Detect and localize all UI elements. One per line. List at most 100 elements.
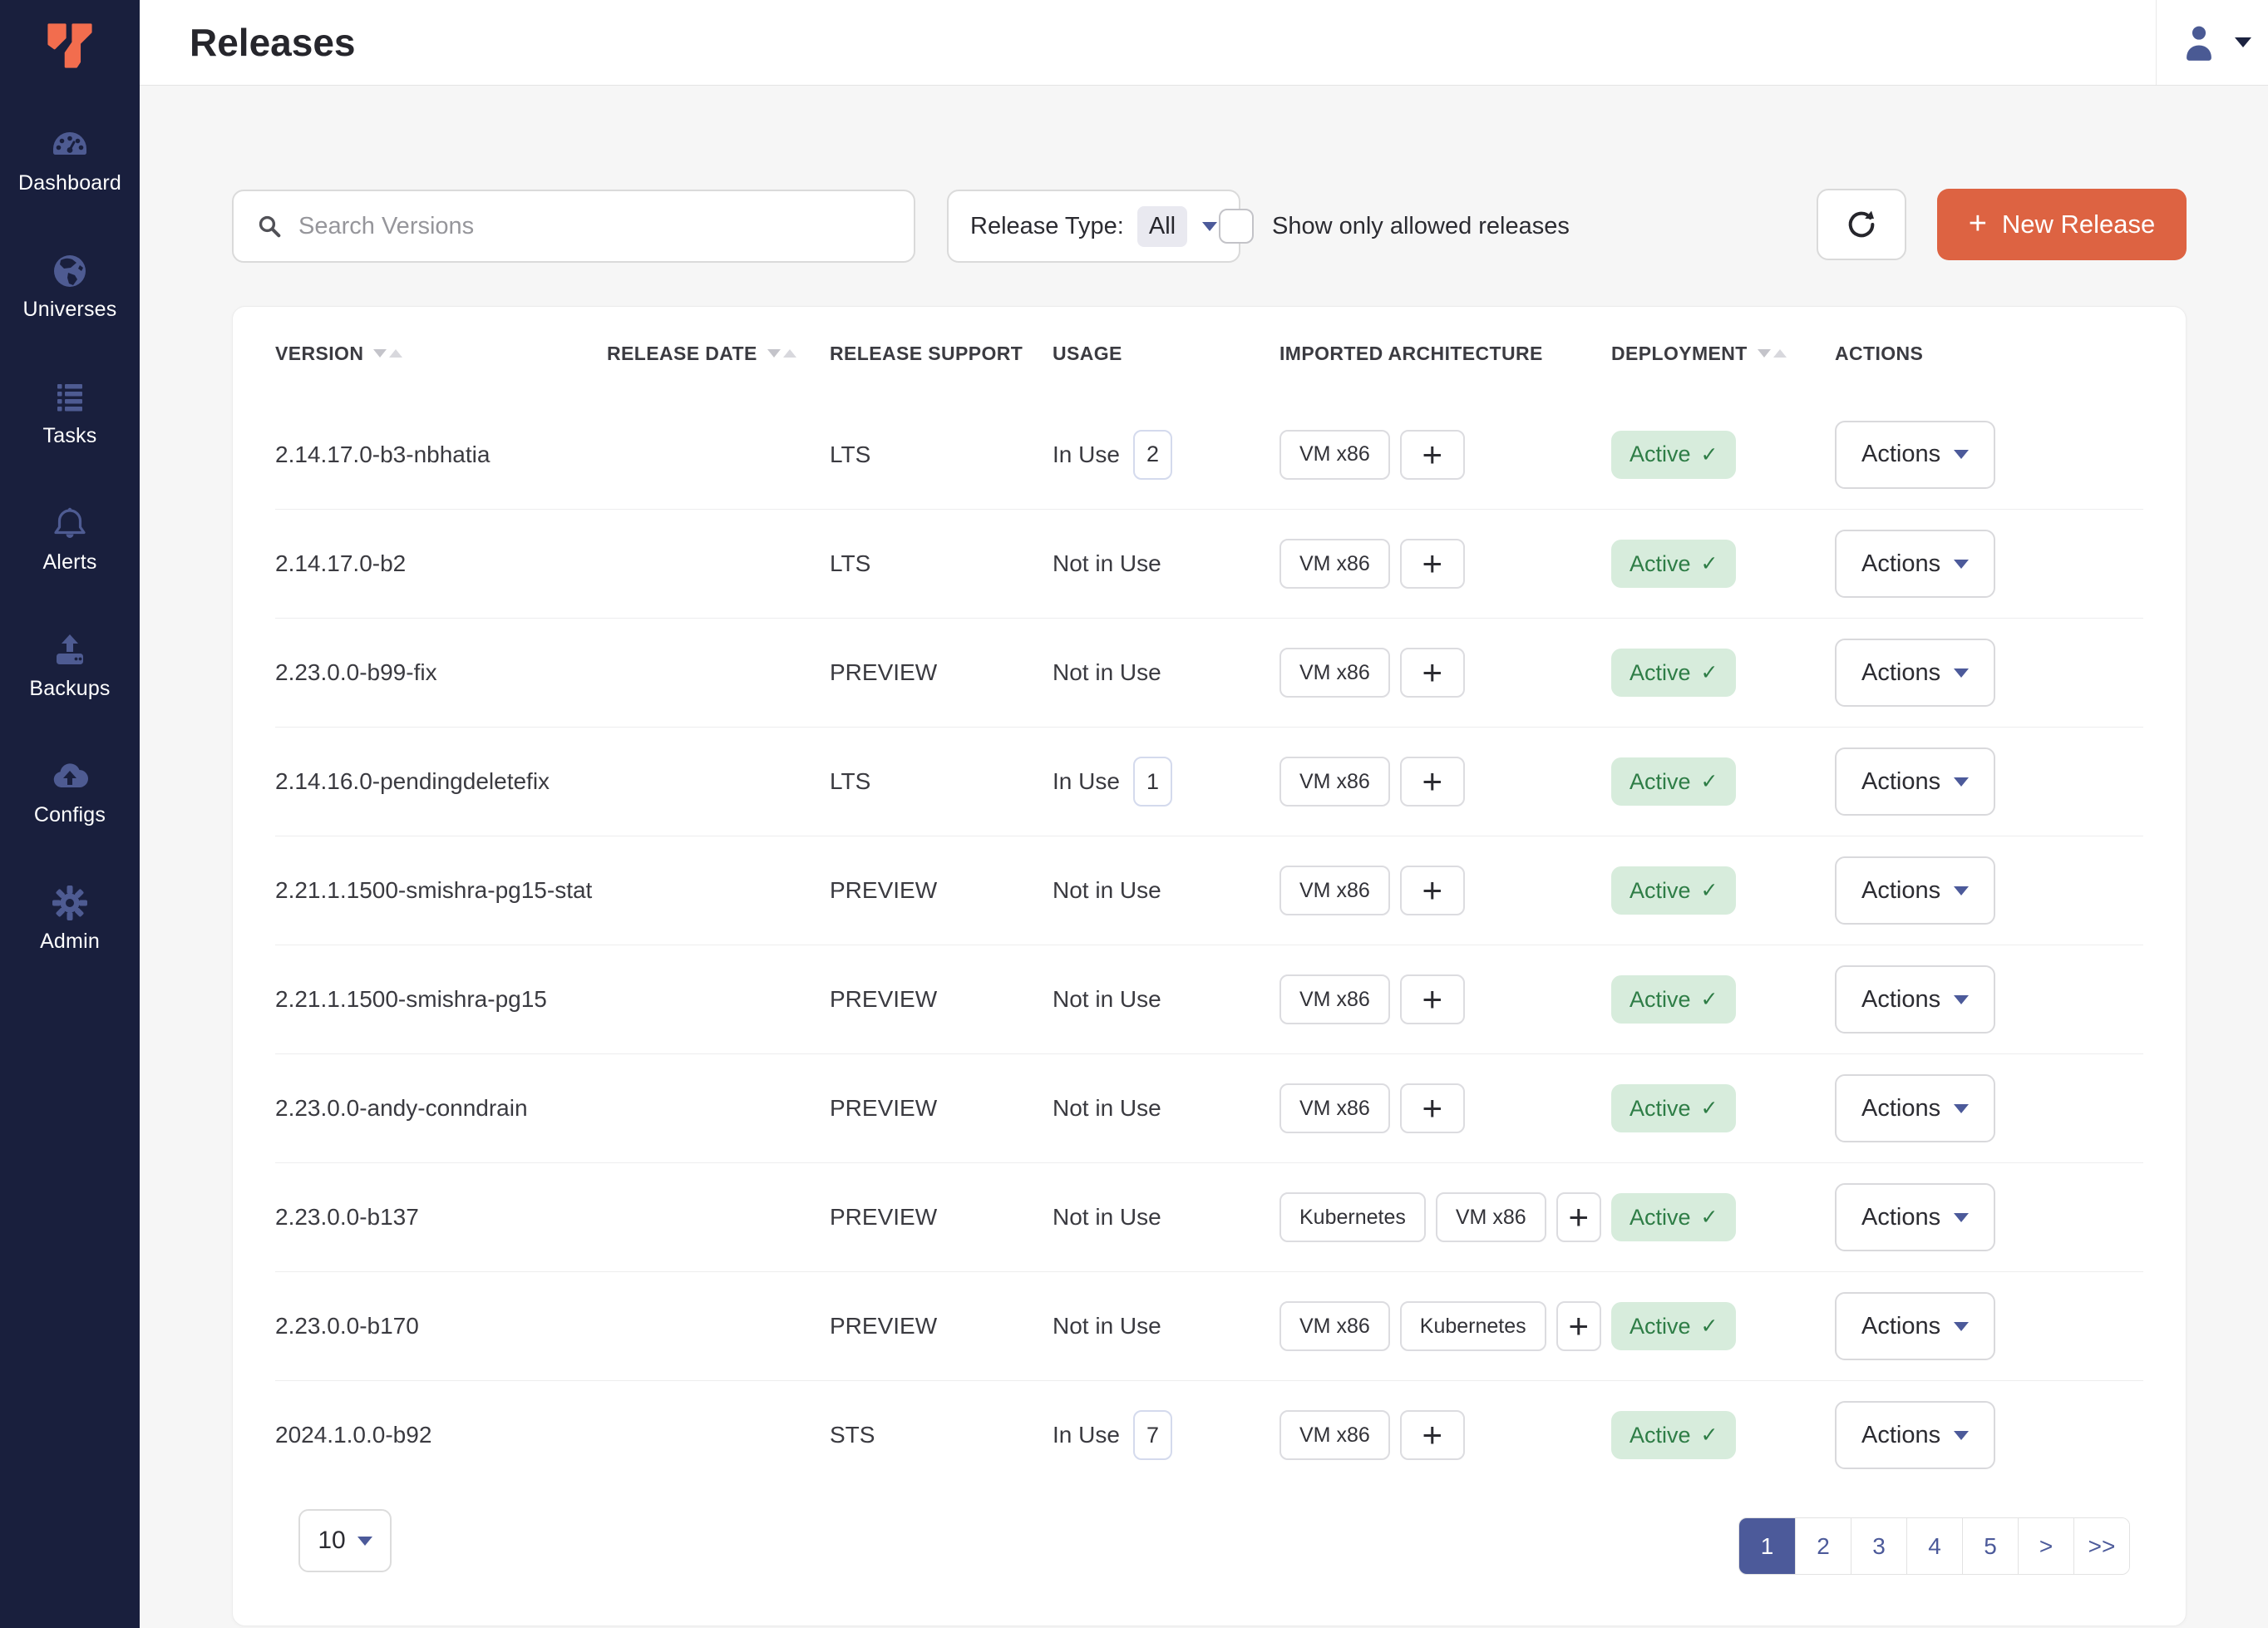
architecture-chip[interactable]: VM x86 (1279, 1083, 1390, 1133)
column-header[interactable]: VERSION (275, 343, 607, 365)
add-architecture-button[interactable]: + (1400, 974, 1465, 1024)
add-architecture-button[interactable]: + (1400, 757, 1465, 807)
sort-asc-icon (783, 349, 796, 358)
deployment-status-badge[interactable]: Active ✓ (1611, 431, 1736, 479)
architecture-chip[interactable]: VM x86 (1279, 1301, 1390, 1351)
column-header[interactable]: ACTIONS (1835, 343, 2143, 365)
new-release-label: New Release (2002, 210, 2155, 239)
architecture-chip[interactable]: Kubernetes (1400, 1301, 1546, 1351)
cloud-upload-icon (50, 757, 90, 797)
actions-button[interactable]: Actions (1835, 747, 1995, 816)
deployment-status-badge[interactable]: Active ✓ (1611, 975, 1736, 1024)
sidebar-item-dashboard[interactable]: Dashboard (0, 125, 140, 208)
sidebar-item-alerts[interactable]: Alerts (0, 504, 140, 587)
architecture-chip[interactable]: VM x86 (1279, 539, 1390, 589)
actions-label: Actions (1861, 1422, 1940, 1449)
deployment-status-label: Active (1630, 769, 1691, 795)
add-architecture-button[interactable]: + (1400, 1410, 1465, 1460)
pagination-next[interactable]: > (2018, 1518, 2073, 1574)
deployment-status-badge[interactable]: Active ✓ (1611, 757, 1736, 806)
architecture-chip[interactable]: VM x86 (1279, 1410, 1390, 1460)
new-release-button[interactable]: + New Release (1937, 189, 2187, 260)
pagination-page-1[interactable]: 1 (1739, 1518, 1795, 1574)
pagination-pages: 12345>>> (1738, 1517, 2130, 1575)
column-header[interactable]: DEPLOYMENT (1611, 343, 1835, 365)
architecture-chip[interactable]: VM x86 (1279, 866, 1390, 915)
actions-button[interactable]: Actions (1835, 421, 1995, 489)
deployment-status-badge[interactable]: Active ✓ (1611, 1411, 1736, 1459)
column-header[interactable]: RELEASE SUPPORT (830, 343, 1053, 365)
add-architecture-button[interactable]: + (1556, 1301, 1601, 1351)
sidebar-item-backups[interactable]: Backups (0, 630, 140, 713)
pagination-page-2[interactable]: 2 (1795, 1518, 1851, 1574)
pagination-page-3[interactable]: 3 (1851, 1518, 1906, 1574)
actions-button[interactable]: Actions (1835, 1401, 1995, 1469)
actions-button[interactable]: Actions (1835, 1183, 1995, 1251)
release-support: PREVIEW (830, 659, 937, 686)
add-architecture-button[interactable]: + (1400, 866, 1465, 915)
deployment-status-badge[interactable]: Active ✓ (1611, 866, 1736, 915)
deployment-status-badge[interactable]: Active ✓ (1611, 1084, 1736, 1132)
architecture-chip[interactable]: VM x86 (1436, 1192, 1546, 1242)
search-input[interactable] (298, 213, 892, 240)
check-icon: ✓ (1701, 878, 1718, 903)
deployment-status-label: Active (1630, 878, 1691, 904)
actions-button[interactable]: Actions (1835, 856, 1995, 925)
sidebar-item-universes[interactable]: Universes (0, 251, 140, 334)
show-allowed-control: Show only allowed releases (1219, 190, 1570, 263)
refresh-icon (1845, 208, 1878, 241)
sidebar-item-label: Dashboard (18, 171, 121, 195)
sort-icons[interactable] (373, 349, 402, 358)
actions-button[interactable]: Actions (1835, 530, 1995, 598)
column-header[interactable]: USAGE (1053, 343, 1279, 365)
deployment-status-badge[interactable]: Active ✓ (1611, 649, 1736, 697)
usage-count-badge[interactable]: 7 (1133, 1410, 1172, 1460)
sort-icons[interactable] (767, 349, 796, 358)
chevron-down-icon (1954, 668, 1969, 678)
chevron-down-icon (2235, 37, 2251, 47)
table-header-row: VERSION RELEASE DATE RELEASE SUPPORT USA… (233, 307, 2186, 400)
sidebar-item-label: Backups (29, 677, 110, 701)
actions-button[interactable]: Actions (1835, 1074, 1995, 1142)
pagination-page-5[interactable]: 5 (1962, 1518, 2018, 1574)
column-header[interactable]: RELEASE DATE (607, 343, 830, 365)
add-architecture-button[interactable]: + (1400, 430, 1465, 480)
deployment-status-badge[interactable]: Active ✓ (1611, 1302, 1736, 1350)
release-type-filter[interactable]: Release Type: All (947, 190, 1240, 263)
sidebar-item-admin[interactable]: Admin (0, 883, 140, 966)
check-icon: ✓ (1701, 987, 1718, 1012)
release-type-label: Release Type: (970, 213, 1124, 240)
architecture-chip[interactable]: VM x86 (1279, 974, 1390, 1024)
refresh-button[interactable] (1817, 189, 1906, 260)
usage-count-badge[interactable]: 2 (1133, 430, 1172, 480)
sidebar-item-tasks[interactable]: Tasks (0, 377, 140, 461)
page-size-select[interactable]: 10 (298, 1509, 392, 1572)
add-architecture-button[interactable]: + (1400, 1083, 1465, 1133)
column-header[interactable]: IMPORTED ARCHITECTURE (1279, 343, 1611, 365)
sidebar-item-configs[interactable]: Configs (0, 757, 140, 840)
architecture-chip[interactable]: VM x86 (1279, 648, 1390, 698)
architecture-chips: VM x86Kubernetes (1279, 1301, 1556, 1351)
usage-count-badge[interactable]: 1 (1133, 757, 1172, 807)
user-menu[interactable] (2182, 0, 2251, 85)
actions-button[interactable]: Actions (1835, 639, 1995, 707)
add-architecture-button[interactable]: + (1400, 539, 1465, 589)
deployment-status-badge[interactable]: Active ✓ (1611, 1193, 1736, 1241)
actions-button[interactable]: Actions (1835, 1292, 1995, 1360)
yugabyte-logo[interactable] (0, 0, 140, 70)
sort-icons[interactable] (1758, 349, 1787, 358)
architecture-chip[interactable]: Kubernetes (1279, 1192, 1426, 1242)
deployment-status-badge[interactable]: Active ✓ (1611, 540, 1736, 588)
plus-icon: + (1969, 208, 1987, 239)
add-architecture-button[interactable]: + (1400, 648, 1465, 698)
release-support: PREVIEW (830, 1095, 937, 1122)
add-architecture-button[interactable]: + (1556, 1192, 1601, 1242)
architecture-chip[interactable]: VM x86 (1279, 430, 1390, 480)
pagination-last[interactable]: >> (2073, 1518, 2129, 1574)
actions-button[interactable]: Actions (1835, 965, 1995, 1034)
check-icon: ✓ (1701, 551, 1718, 576)
deployment-status-label: Active (1630, 551, 1691, 577)
pagination-page-4[interactable]: 4 (1906, 1518, 1962, 1574)
architecture-chip[interactable]: VM x86 (1279, 757, 1390, 807)
show-allowed-checkbox[interactable] (1219, 209, 1254, 244)
